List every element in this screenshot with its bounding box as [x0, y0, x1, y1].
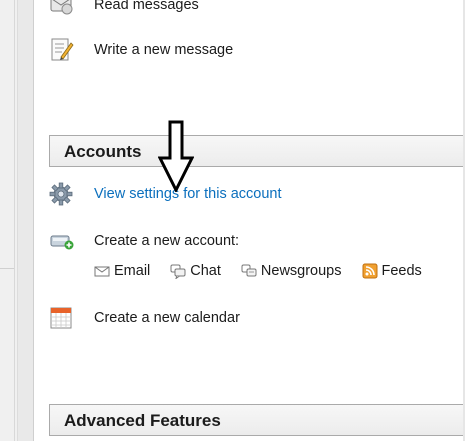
create-account-label: Create a new account: — [94, 233, 240, 249]
feeds-option[interactable]: Feeds — [362, 263, 422, 279]
advanced-features-title: Advanced Features — [64, 411, 221, 430]
read-messages-label[interactable]: Read messages — [94, 0, 199, 13]
read-messages-item[interactable]: Read messages — [49, 0, 199, 18]
chat-bubbles-icon — [170, 263, 186, 280]
newsgroups-option-label[interactable]: Newsgroups — [261, 263, 342, 279]
advanced-features-section-header: Advanced Features — [49, 404, 463, 436]
create-account-item: Create a new account: — [49, 228, 239, 254]
envelope-icon — [94, 263, 110, 279]
left-panel-edge — [0, 0, 17, 441]
chat-option-label[interactable]: Chat — [190, 263, 221, 279]
account-type-list: Email Chat Newsgroups Feeds — [94, 263, 442, 280]
accounts-section-header: Accounts — [49, 135, 463, 167]
create-calendar-item[interactable]: Create a new calendar — [49, 305, 240, 331]
rss-feed-icon — [362, 263, 378, 279]
write-message-label[interactable]: Write a new message — [94, 42, 233, 58]
create-calendar-label[interactable]: Create a new calendar — [94, 310, 240, 326]
email-option-label[interactable]: Email — [114, 263, 150, 279]
write-message-item[interactable]: Write a new message — [49, 37, 233, 63]
feeds-option-label[interactable]: Feeds — [382, 263, 422, 279]
newsgroups-option[interactable]: Newsgroups — [241, 263, 342, 279]
chat-option[interactable]: Chat — [170, 263, 221, 280]
newsgroups-icon — [241, 263, 257, 279]
accounts-title: Accounts — [64, 142, 142, 161]
new-account-icon — [49, 228, 75, 254]
calendar-icon — [49, 305, 75, 331]
email-option[interactable]: Email — [94, 263, 150, 279]
read-messages-icon — [49, 0, 75, 18]
write-message-icon — [49, 37, 75, 63]
annotation-down-arrow-icon — [158, 120, 194, 192]
gear-icon — [49, 181, 75, 207]
left-scroll-rail[interactable] — [17, 0, 34, 441]
